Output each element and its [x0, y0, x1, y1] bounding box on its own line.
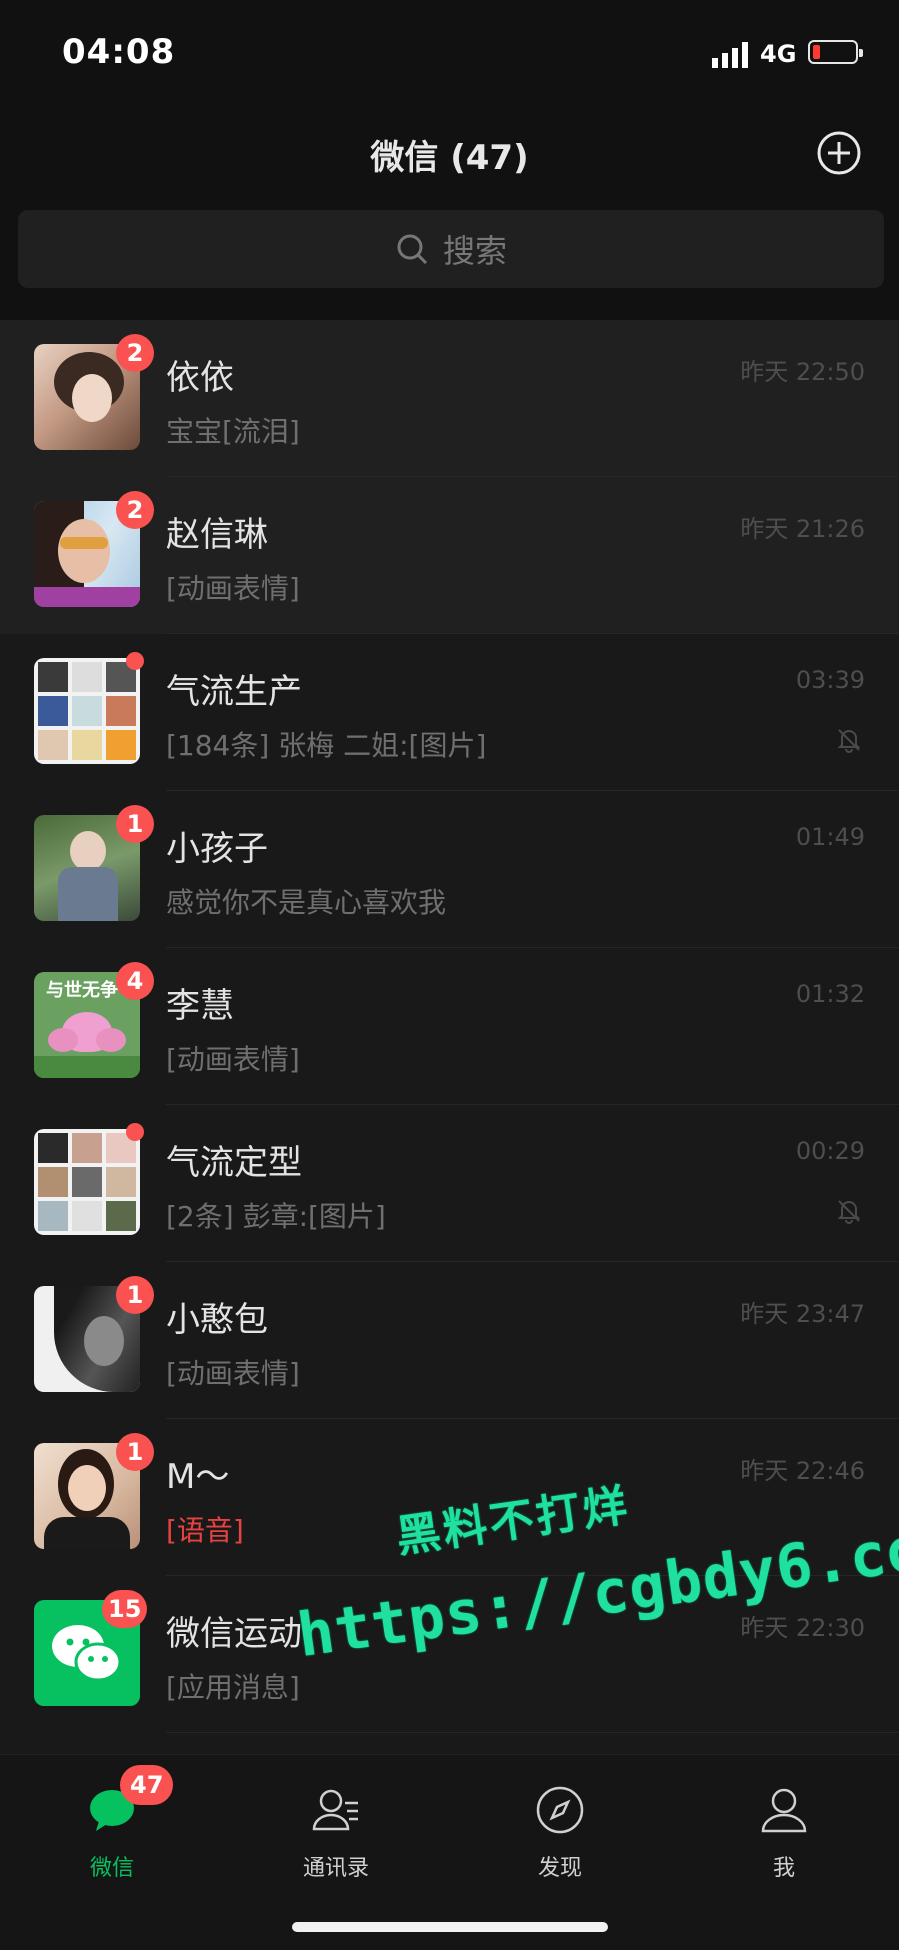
chat-time: 昨天 22:50: [740, 358, 865, 386]
tab-label: 我: [772, 1856, 795, 1881]
unread-dot: [126, 652, 144, 670]
tab-label: 微信: [89, 1856, 134, 1881]
person-icon: [761, 1788, 807, 1833]
chat-name: 小憨包: [166, 1300, 268, 1340]
chat-row[interactable]: 2 依依 宝宝[流泪] 昨天 22:50: [0, 320, 899, 477]
chat-preview-voice: [语音]: [166, 1514, 244, 1547]
tab-label: 发现: [537, 1856, 582, 1881]
unread-badge: 1: [116, 1433, 154, 1471]
chat-time: 昨天 22:30: [740, 1614, 865, 1642]
chat-time: 00:29: [795, 1137, 865, 1165]
unread-badge: 2: [116, 491, 154, 529]
tab-contacts[interactable]: 通讯录: [224, 1755, 448, 1885]
unread-badge: 4: [116, 962, 154, 1000]
unread-badge: 1: [116, 1276, 154, 1314]
chat-time: 昨天 21:26: [740, 515, 865, 543]
chat-time: 01:49: [795, 823, 865, 851]
mute-bell-icon: [837, 729, 861, 753]
chat-time: 03:39: [795, 666, 865, 694]
cellular-signal-icon: [712, 42, 748, 68]
battery-icon: [808, 40, 863, 64]
chat-name: 微信运动: [166, 1614, 302, 1654]
tab-chats[interactable]: 47 微信: [0, 1755, 224, 1885]
compass-icon: [536, 1786, 584, 1834]
chat-preview: [动画表情]: [166, 1043, 300, 1076]
unread-badge: 15: [102, 1590, 148, 1628]
divider: [166, 1732, 899, 1733]
chat-row[interactable]: 2 赵信琳 [动画表情] 昨天 21:26: [0, 477, 899, 634]
chat-name: 气流生产: [166, 672, 302, 712]
chat-preview: [应用消息]: [166, 1671, 300, 1704]
chat-preview: 感觉你不是真心喜欢我: [166, 886, 447, 919]
tab-me[interactable]: 我: [672, 1755, 896, 1885]
unread-badge: 2: [116, 334, 154, 372]
chat-name: 李慧: [166, 986, 234, 1026]
group-avatar: [34, 658, 140, 764]
tab-badge: 47: [120, 1765, 174, 1805]
tab-bar: 47 微信 通讯录 发现 我: [0, 1754, 899, 1950]
chat-row[interactable]: 与世无争 4 李慧 [动画表情] 01:32: [0, 948, 899, 1105]
chat-preview: [动画表情]: [166, 1357, 300, 1390]
chat-name: 依依: [166, 358, 234, 398]
tab-discover[interactable]: 发现: [448, 1755, 672, 1885]
chat-time: 昨天 23:47: [740, 1300, 865, 1328]
chat-row[interactable]: 气流定型 [2条] 彭章:[图片] 00:29: [0, 1105, 899, 1262]
chat-row[interactable]: 1 小憨包 [动画表情] 昨天 23:47: [0, 1262, 899, 1419]
search-bar[interactable]: 搜索: [18, 210, 884, 288]
chat-preview: 宝宝[流泪]: [166, 415, 300, 448]
chat-row[interactable]: 气流生产 [184条] 张梅 二姐:[图片] 03:39: [0, 634, 899, 791]
chat-name: M～: [166, 1457, 230, 1497]
status-bar: 04:08 4G: [0, 0, 899, 100]
group-avatar: [34, 1129, 140, 1235]
chat-row[interactable]: 1 小孩子 感觉你不是真心喜欢我 01:49: [0, 791, 899, 948]
tab-label: 通讯录: [302, 1856, 369, 1881]
home-indicator[interactable]: [292, 1922, 608, 1932]
search-icon: [397, 234, 428, 265]
chat-preview: [2条] 彭章:[图片]: [166, 1200, 386, 1233]
contacts-icon: [312, 1789, 358, 1831]
chat-time: 01:32: [795, 980, 865, 1008]
add-plus-icon[interactable]: [816, 130, 862, 176]
page-title: 微信 (47): [370, 138, 529, 178]
unread-dot: [126, 1123, 144, 1141]
chat-time: 昨天 22:46: [740, 1457, 865, 1485]
chat-name: 赵信琳: [166, 515, 268, 555]
header: 微信 (47) 搜索: [0, 100, 899, 320]
network-type: 4G: [760, 40, 797, 68]
chat-preview: [184条] 张梅 二姐:[图片]: [166, 729, 487, 762]
status-time: 04:08: [62, 32, 176, 72]
unread-badge: 1: [116, 805, 154, 843]
search-placeholder: 搜索: [442, 232, 507, 270]
avatar-text: 与世无争: [46, 980, 118, 1001]
chat-preview: [动画表情]: [166, 572, 300, 605]
chat-name: 气流定型: [166, 1143, 302, 1183]
mute-bell-icon: [837, 1200, 861, 1224]
chat-name: 小孩子: [166, 829, 268, 869]
